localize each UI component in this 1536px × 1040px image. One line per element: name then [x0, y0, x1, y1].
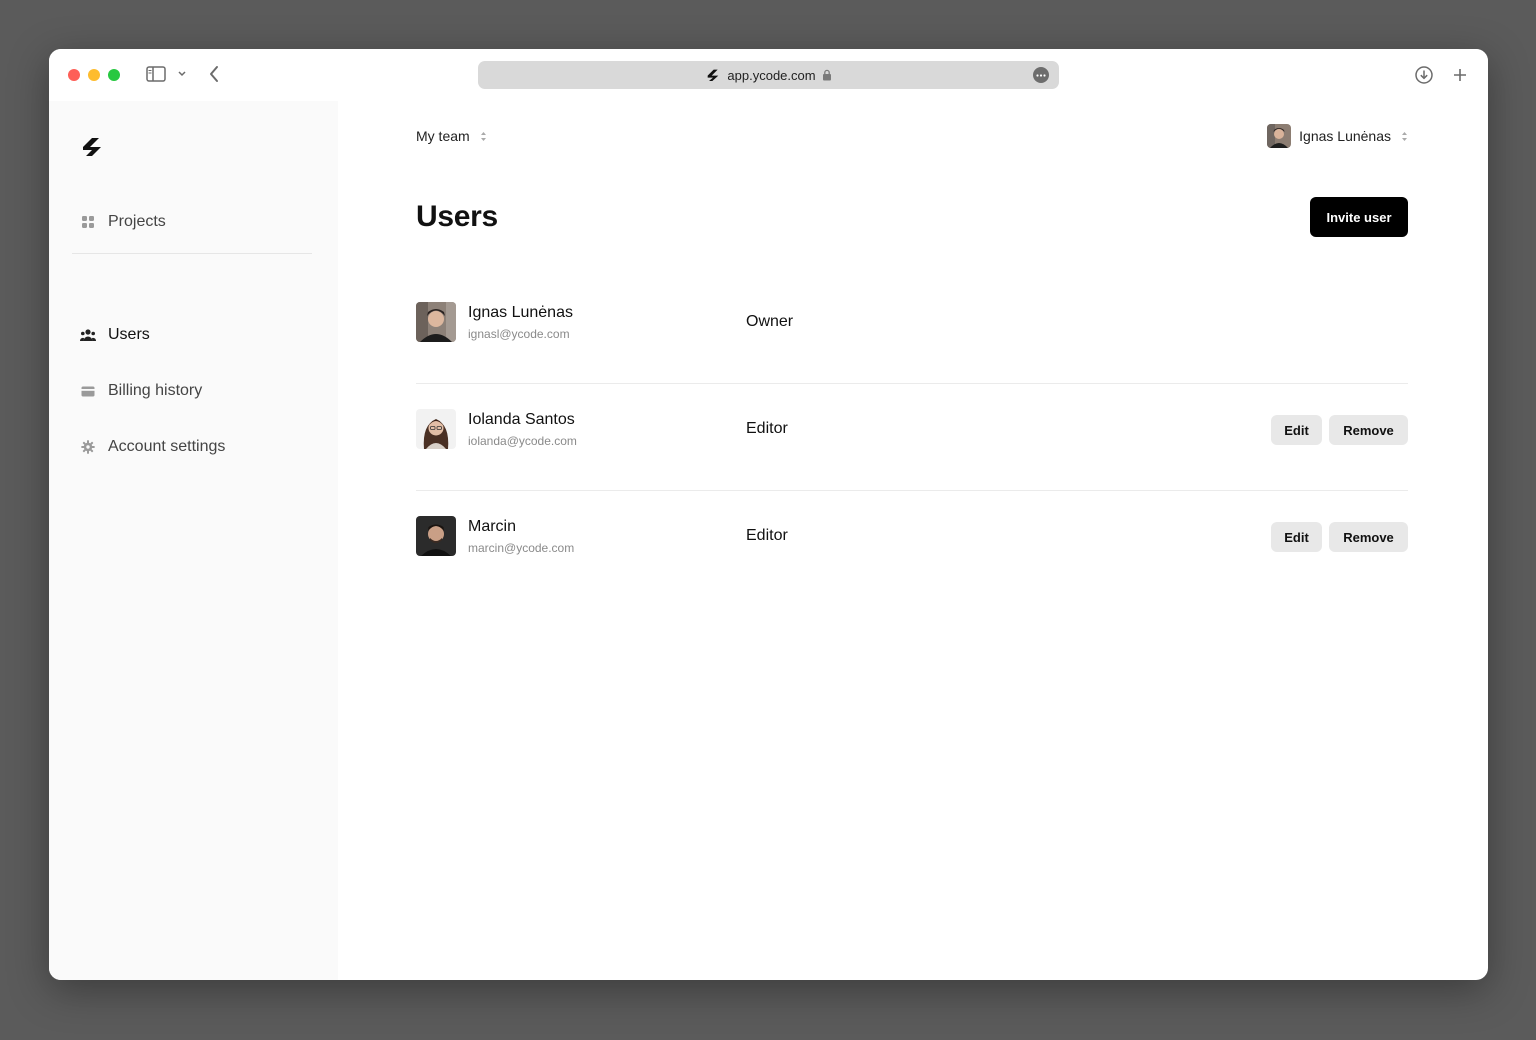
ycode-logo-icon: [705, 67, 721, 83]
card-icon: [80, 383, 96, 399]
close-window-button[interactable]: [68, 69, 80, 81]
user-list: Ignas Lunėnas ignasl@ycode.com Owner Iol…: [416, 277, 1408, 598]
user-role: Editor: [746, 527, 788, 544]
browser-window: app.ycode.com Projects Users Billing his…: [49, 49, 1488, 980]
grid-icon: [80, 214, 96, 230]
page-title: Users: [416, 200, 498, 233]
team-name: My team: [416, 128, 470, 144]
gear-icon: [80, 439, 96, 455]
main-content: My team Ignas Lunėnas Users Invite user …: [338, 101, 1488, 980]
user-name: Marcin: [468, 518, 517, 535]
table-row: Marcin marcin@ycode.com Editor Edit Remo…: [416, 491, 1408, 598]
invite-user-button[interactable]: Invite user: [1310, 197, 1408, 237]
avatar: [416, 516, 456, 556]
user-role: Owner: [746, 313, 794, 330]
address-url: app.ycode.com: [727, 67, 816, 83]
updown-chevron-icon: [1401, 131, 1408, 142]
sidebar: Projects Users Billing history Account s…: [49, 101, 338, 980]
sidebar-item-label: Users: [108, 326, 150, 343]
remove-user-button[interactable]: Remove: [1329, 415, 1408, 445]
row-actions: Edit Remove: [1271, 415, 1408, 445]
sidebar-divider: [72, 253, 312, 254]
sidebar-toggle-icon[interactable]: [145, 65, 167, 83]
avatar: [416, 409, 456, 449]
download-icon[interactable]: [1413, 64, 1435, 86]
sidebar-item-projects[interactable]: Projects: [80, 210, 166, 234]
avatar: [1267, 124, 1292, 148]
title-bar: app.ycode.com: [49, 49, 1488, 101]
user-email: iolanda@ycode.com: [468, 434, 577, 448]
table-row: Ignas Lunėnas ignasl@ycode.com Owner: [416, 277, 1408, 384]
avatar: [416, 302, 456, 342]
user-email: marcin@ycode.com: [468, 541, 575, 555]
users-icon: [80, 327, 96, 343]
lock-icon: [822, 69, 832, 81]
sidebar-item-label: Billing history: [108, 382, 203, 399]
sidebar-item-label: Account settings: [108, 438, 226, 455]
team-switcher[interactable]: My team: [416, 127, 487, 145]
user-menu[interactable]: Ignas Lunėnas: [1267, 124, 1408, 148]
new-tab-icon[interactable]: [1449, 64, 1471, 86]
updown-chevron-icon: [480, 131, 487, 142]
ycode-logo-icon[interactable]: [80, 135, 104, 159]
user-role: Editor: [746, 420, 788, 437]
row-actions: Edit Remove: [1271, 522, 1408, 552]
table-row: Iolanda Santos iolanda@ycode.com Editor …: [416, 384, 1408, 491]
current-user-name: Ignas Lunėnas: [1299, 128, 1391, 144]
user-email: ignasl@ycode.com: [468, 327, 570, 341]
chevron-down-icon[interactable]: [175, 67, 189, 81]
minimize-window-button[interactable]: [88, 69, 100, 81]
remove-user-button[interactable]: Remove: [1329, 522, 1408, 552]
address-bar[interactable]: app.ycode.com: [478, 61, 1059, 89]
edit-user-button[interactable]: Edit: [1271, 522, 1322, 552]
user-name: Iolanda Santos: [468, 411, 575, 428]
sidebar-item-users[interactable]: Users: [80, 323, 150, 347]
more-options-icon[interactable]: [1033, 67, 1049, 83]
back-arrow-icon[interactable]: [205, 64, 223, 84]
user-name: Ignas Lunėnas: [468, 304, 573, 321]
sidebar-item-label: Projects: [108, 213, 166, 230]
sidebar-item-billing-history[interactable]: Billing history: [80, 379, 202, 403]
sidebar-item-account-settings[interactable]: Account settings: [80, 435, 225, 459]
zoom-window-button[interactable]: [108, 69, 120, 81]
edit-user-button[interactable]: Edit: [1271, 415, 1322, 445]
